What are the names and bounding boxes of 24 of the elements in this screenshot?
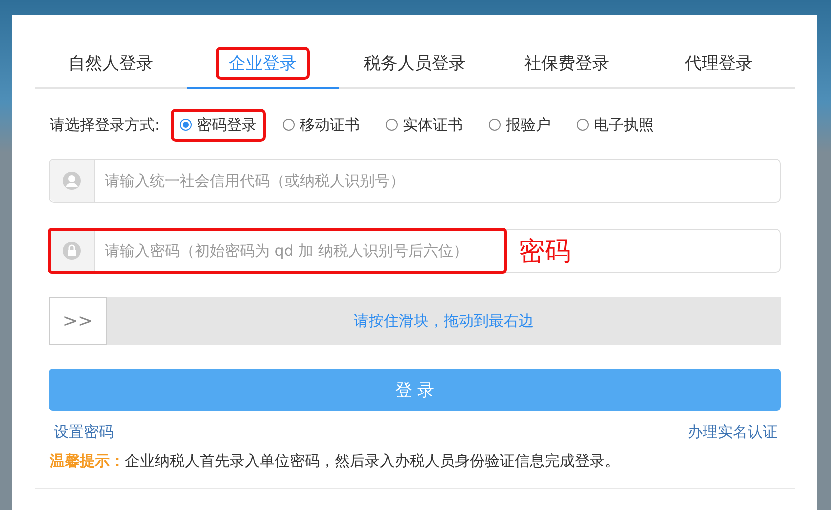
radio-option[interactable]: 实体证书 [380,112,470,138]
slider-handle[interactable]: >> [49,297,107,345]
radio-option[interactable]: 密码登录 [174,112,264,138]
user-icon [62,171,82,191]
login-tab[interactable]: 代理登录 [643,39,795,89]
radio-option[interactable]: 报验户 [483,112,558,138]
input-field[interactable]: 请输入统一社会信用代码（或纳税人识别号） [49,159,781,203]
tip-text: 企业纳税人首先录入单位密码，然后录入办税人员身份验证信息完成登录。 [125,452,620,471]
login-tab[interactable]: 税务人员登录 [339,39,491,89]
input-field[interactable]: 请输入统一社会信用代码（或纳税人识别号） [95,160,715,202]
radio-option[interactable]: 移动证书 [277,112,366,138]
password-field[interactable]: 请输入密码（初始密码为 qd 加 纳税人识别号后六位） [95,230,505,272]
link[interactable]: 设置密码 [54,423,114,442]
login-tab[interactable]: 自然人登录 [35,39,187,89]
slider-track[interactable]: >> 请按住滑块，拖动到最右边 [49,297,781,345]
slider-hint: 请按住滑块，拖动到最右边 [353,310,535,332]
radio-option[interactable]: 电子执照 [571,112,660,138]
tip-label: 温馨提示： [50,452,125,471]
login-tab[interactable]: 社保费登录 [491,39,643,89]
annotation-label: 密码 [519,236,571,268]
password-field[interactable]: 请输入密码（初始密码为 qd 加 纳税人识别号后六位） 密码 [49,229,781,273]
lock-icon [62,241,82,261]
login-method-label: 请选择登录方式: [50,116,160,134]
link[interactable]: 办理实名认证 [688,423,778,442]
